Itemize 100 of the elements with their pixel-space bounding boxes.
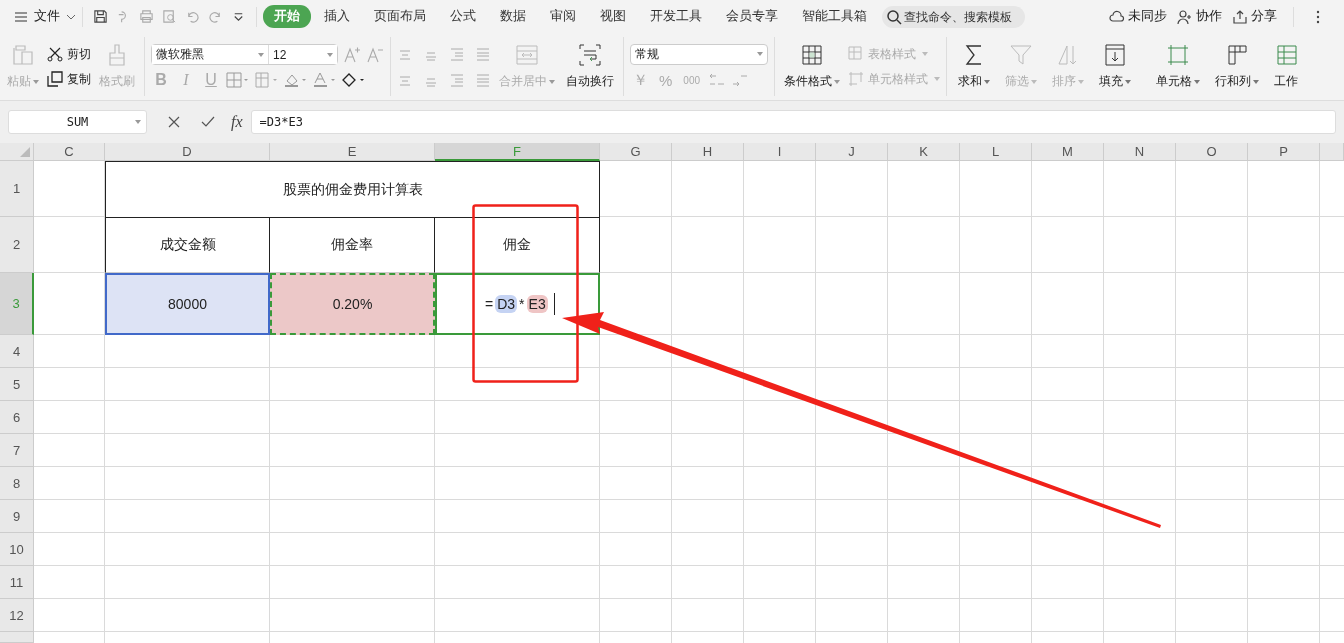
row-header[interactable]: 1 xyxy=(0,161,34,217)
column-header[interactable]: L xyxy=(960,143,1032,161)
ribbon-tool-button[interactable]: 填充 xyxy=(1094,43,1136,90)
fill-color-icon[interactable] xyxy=(284,72,308,88)
cell-style-icon xyxy=(848,71,864,87)
table-header-cell: 成交金额 xyxy=(105,217,270,273)
ribbon-tab[interactable]: 视图 xyxy=(589,5,637,28)
row-header[interactable]: 6 xyxy=(0,401,34,434)
caret-icon xyxy=(934,77,940,81)
table-icon xyxy=(848,46,864,62)
ribbon-tab[interactable]: 数据 xyxy=(489,5,537,28)
cell-reference: D3 xyxy=(495,295,518,313)
column-header[interactable]: N xyxy=(1104,143,1176,161)
column-header[interactable]: O xyxy=(1176,143,1248,161)
toolbar-action[interactable]: 分享 xyxy=(1232,8,1277,25)
caret-icon xyxy=(1253,79,1259,84)
column-header[interactable]: J xyxy=(816,143,888,161)
ribbon-tab[interactable]: 智能工具箱 xyxy=(791,5,878,28)
ribbon-tab[interactable]: 公式 xyxy=(439,5,487,28)
row-header[interactable]: 7 xyxy=(0,434,34,467)
save-icon[interactable] xyxy=(93,9,108,24)
print-icon[interactable] xyxy=(139,9,154,24)
column-header[interactable]: E xyxy=(270,143,435,161)
column-header[interactable]: I xyxy=(744,143,816,161)
align-icon[interactable] xyxy=(475,45,491,62)
print-preview-icon[interactable] xyxy=(162,9,177,24)
toolbar-action[interactable]: 协作 xyxy=(1177,8,1222,25)
caret-icon xyxy=(922,52,928,56)
toolbar-action[interactable]: 未同步 xyxy=(1109,8,1167,25)
cloud-icon xyxy=(1109,8,1125,25)
wrap-text-button[interactable]: 自动换行 xyxy=(563,43,617,90)
formula-field[interactable]: =D3*E3 xyxy=(250,110,1336,134)
ribbon-tool-button[interactable]: 行和列 xyxy=(1210,43,1264,90)
select-all-icon[interactable] xyxy=(20,147,30,157)
align-icon[interactable] xyxy=(449,71,465,88)
column-header[interactable]: D xyxy=(105,143,270,161)
active-cell[interactable]: = D3 * E3 xyxy=(435,273,600,335)
row-header[interactable]: 10 xyxy=(0,533,34,566)
column-header[interactable]: H xyxy=(672,143,744,161)
formula-operator: * xyxy=(519,296,525,312)
cell-reference: E3 xyxy=(526,295,548,313)
caret-icon xyxy=(135,120,141,124)
font-grow-icon[interactable] xyxy=(343,45,361,64)
borders-icon[interactable] xyxy=(226,72,250,88)
ribbon-tab[interactable]: 页面布局 xyxy=(363,5,437,28)
font-color-icon[interactable] xyxy=(313,72,337,88)
grid-icon xyxy=(800,43,824,67)
caret-icon xyxy=(549,79,555,84)
name-box[interactable]: SUM xyxy=(8,110,147,134)
ribbon-tool-button[interactable]: 工作 xyxy=(1269,43,1303,90)
file-menu[interactable]: 文件 xyxy=(14,8,76,25)
ribbon-tab[interactable]: 插入 xyxy=(313,5,361,28)
row-header[interactable]: 9 xyxy=(0,500,34,533)
row-header[interactable]: 8 xyxy=(0,467,34,500)
eraser-icon[interactable] xyxy=(342,72,366,88)
insert-function-button[interactable]: fx xyxy=(231,113,243,131)
row-header[interactable]: 5 xyxy=(0,368,34,401)
caret-icon xyxy=(1031,79,1037,84)
number-format-dropdown[interactable]: 常规 xyxy=(630,43,768,65)
undo-icon[interactable] xyxy=(185,9,200,24)
header-strip xyxy=(0,632,34,643)
row-header[interactable]: 11 xyxy=(0,566,34,599)
conditional-format-button[interactable]: 条件格式 xyxy=(781,43,843,90)
copy-button[interactable]: 复制 xyxy=(47,70,91,88)
font-shrink-icon[interactable] xyxy=(366,45,384,64)
caret-icon xyxy=(757,52,763,56)
rows-columns-icon xyxy=(1225,43,1249,67)
formula-operator: = xyxy=(485,296,494,312)
ribbon-tool-button[interactable]: 单元格 xyxy=(1151,43,1205,90)
font-dropdown[interactable]: 微软雅黑 xyxy=(152,45,269,64)
caret-icon xyxy=(327,52,333,57)
confirm-icon[interactable] xyxy=(201,115,215,129)
copy-icon xyxy=(47,71,63,87)
redo-icon[interactable] xyxy=(208,9,223,24)
menu-icon xyxy=(14,9,28,24)
column-header[interactable]: C xyxy=(34,143,105,161)
column-header[interactable]: P xyxy=(1248,143,1320,161)
search-icon xyxy=(886,8,902,25)
filter-icon xyxy=(1009,43,1033,67)
row-header[interactable]: 4 xyxy=(0,335,34,368)
ribbon-tab[interactable]: 开发工具 xyxy=(639,5,713,28)
cut-button[interactable]: 剪切 xyxy=(47,45,91,63)
row-header[interactable]: 2 xyxy=(0,217,34,273)
row-header[interactable]: 12 xyxy=(0,599,34,632)
ribbon-tool-button[interactable]: 求和 xyxy=(953,43,995,90)
column-header[interactable]: M xyxy=(1032,143,1104,161)
search-field[interactable]: 查找命令、搜索模板 xyxy=(882,5,1025,28)
merge-cells-icon xyxy=(515,43,539,67)
clipboard-icon xyxy=(11,43,35,67)
align-icon[interactable] xyxy=(449,45,465,62)
ribbon-tab[interactable]: 会员专享 xyxy=(715,5,789,28)
table-cell: 80000 xyxy=(105,273,270,335)
share-icon xyxy=(1232,8,1248,25)
cancel-icon[interactable] xyxy=(167,115,181,129)
column-header[interactable]: G xyxy=(600,143,672,161)
table-title: 股票的佣金费用计算表 xyxy=(105,161,600,217)
align-icon[interactable] xyxy=(475,71,491,88)
ribbon-tab[interactable]: 审阅 xyxy=(539,5,587,28)
column-header[interactable]: K xyxy=(888,143,960,161)
cell-format-icon[interactable] xyxy=(255,72,279,88)
